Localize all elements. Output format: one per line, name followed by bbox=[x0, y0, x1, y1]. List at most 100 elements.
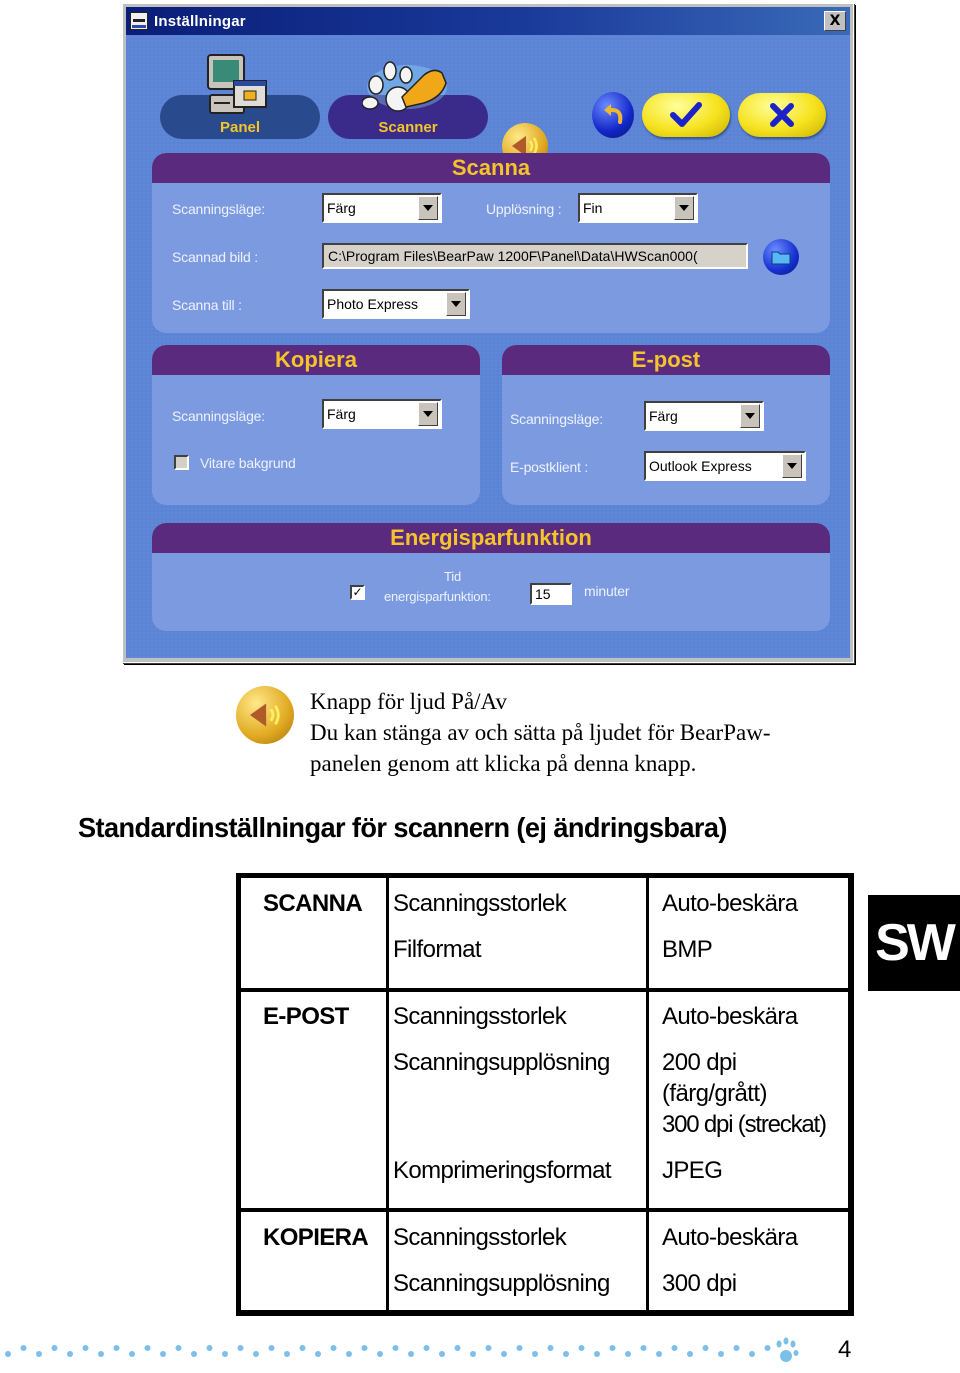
resolution-value: Fin bbox=[583, 200, 603, 216]
scanned-image-label: Scannad bild : bbox=[172, 249, 258, 265]
email-client-select[interactable]: Outlook Express bbox=[644, 451, 806, 481]
language-tab: SW bbox=[868, 895, 960, 991]
scanner-app-icon bbox=[130, 12, 148, 30]
value-cell: Auto-beskära bbox=[662, 1003, 798, 1030]
footer-dot bbox=[656, 1351, 662, 1357]
cancel-button[interactable] bbox=[738, 93, 826, 137]
footer-dot bbox=[702, 1345, 709, 1351]
scan-to-label: Scanna till : bbox=[172, 297, 242, 313]
resolution-label: Upplösning : bbox=[486, 201, 562, 217]
undo-button[interactable] bbox=[592, 92, 634, 138]
energy-minutes-input[interactable]: 15 bbox=[530, 583, 572, 605]
kopiera-scan-mode-select[interactable]: Färg bbox=[322, 399, 442, 429]
resolution-select[interactable]: Fin bbox=[578, 193, 698, 223]
footer-dot bbox=[51, 1345, 58, 1351]
kopiera-section: Kopiera Scanningsläge: Färg Vitare bakgr… bbox=[152, 345, 480, 505]
footer-dot bbox=[144, 1345, 151, 1351]
sound-button-illustration bbox=[236, 686, 294, 744]
category-cell: SCANNA bbox=[263, 890, 363, 917]
setting-cell: Komprimeringsformat bbox=[393, 1157, 612, 1184]
footer-dot bbox=[609, 1345, 616, 1351]
settings-client-area: Panel Scanner Scanna Scanningsläge: Färg… bbox=[126, 35, 850, 658]
category-cell: KOPIERA bbox=[263, 1224, 369, 1251]
browse-folder-button[interactable] bbox=[763, 239, 799, 275]
whiter-background-label: Vitare bakgrund bbox=[200, 455, 296, 471]
table-row-scanna: SCANNA Scanningsstorlek Filformat Auto-b… bbox=[241, 878, 848, 992]
footer-dot bbox=[501, 1351, 507, 1357]
setting-cell: Filformat bbox=[393, 936, 482, 963]
scanned-image-path-field[interactable]: C:\Program Files\BearPaw 1200F\Panel\Dat… bbox=[322, 243, 748, 269]
epost-section: E-post Scanningsläge: Färg E-postklient … bbox=[502, 345, 830, 505]
footer-dot bbox=[222, 1351, 228, 1357]
chevron-down-icon[interactable] bbox=[740, 404, 760, 428]
value-cell: (färg/grått) bbox=[662, 1080, 767, 1107]
sound-caption-line: panelen genom att klicka på denna knapp. bbox=[310, 751, 697, 776]
footer-dot bbox=[346, 1351, 352, 1357]
energy-section: Energisparfunktion ✓ Tid energisparfunkt… bbox=[152, 523, 830, 631]
footer-dot bbox=[330, 1345, 337, 1351]
value-cell: Auto-beskära bbox=[662, 1224, 798, 1251]
footer-dot bbox=[718, 1351, 724, 1357]
table-row-kopiera: KOPIERA Scanningsstorlek Scanningsupplös… bbox=[241, 1212, 848, 1310]
footer-dot bbox=[113, 1345, 120, 1351]
footer-dot bbox=[361, 1345, 368, 1351]
setting-cell: Scanningsupplösning bbox=[393, 1049, 610, 1076]
scan-to-select[interactable]: Photo Express bbox=[322, 289, 470, 319]
sound-button-caption: Knapp för ljud På/Av Du kan stänga av oc… bbox=[310, 686, 850, 779]
chevron-down-icon[interactable] bbox=[674, 196, 694, 220]
scan-to-value: Photo Express bbox=[327, 296, 419, 312]
footer-dot bbox=[671, 1345, 678, 1351]
footer-dot bbox=[687, 1351, 693, 1357]
footer-dot bbox=[175, 1345, 182, 1351]
close-button[interactable]: X bbox=[824, 11, 846, 31]
epost-section-title: E-post bbox=[502, 345, 830, 375]
footer-dot bbox=[640, 1345, 647, 1351]
footer-dot bbox=[594, 1351, 600, 1357]
defaults-heading: Standardinställningar för scannern (ej ä… bbox=[78, 812, 727, 843]
epost-scan-mode-label: Scanningsläge: bbox=[510, 411, 603, 427]
chevron-down-icon[interactable] bbox=[418, 402, 438, 426]
footer-dot bbox=[563, 1351, 569, 1357]
value-cell: BMP bbox=[662, 936, 713, 963]
energy-saving-checkbox[interactable]: ✓ bbox=[350, 585, 365, 600]
footer-dot bbox=[408, 1351, 414, 1357]
setting-cell: Scanningsstorlek bbox=[393, 890, 567, 917]
footer-dot bbox=[454, 1345, 461, 1351]
chevron-down-icon[interactable] bbox=[418, 196, 438, 220]
value-cell: JPEG bbox=[662, 1157, 723, 1184]
footer-dot bbox=[547, 1345, 554, 1351]
footer-dot bbox=[191, 1351, 197, 1357]
scanna-section: Scanna Scanningsläge: Färg Upplösning : … bbox=[152, 153, 830, 333]
tab-scanner-label: Scanner bbox=[378, 119, 438, 136]
energy-minutes-unit: minuter bbox=[584, 583, 630, 599]
chevron-down-icon[interactable] bbox=[782, 454, 802, 478]
value-cell: 300 dpi bbox=[662, 1270, 737, 1297]
page-number: 4 bbox=[838, 1336, 852, 1363]
energy-time-label-line2: energisparfunktion: bbox=[384, 589, 491, 604]
scanna-section-title: Scanna bbox=[152, 153, 830, 183]
setting-cell: Scanningsstorlek bbox=[393, 1003, 567, 1030]
ok-button[interactable] bbox=[642, 93, 730, 137]
footer-dot bbox=[423, 1345, 430, 1351]
footer-dot bbox=[392, 1345, 399, 1351]
footer-dot bbox=[470, 1351, 476, 1357]
footer-dot bbox=[82, 1345, 89, 1351]
category-cell: E-POST bbox=[263, 1003, 349, 1030]
footer-dot bbox=[578, 1345, 585, 1351]
energy-time-label-line1: Tid bbox=[444, 569, 461, 584]
scanna-scan-mode-select[interactable]: Färg bbox=[322, 193, 442, 223]
whiter-background-checkbox[interactable] bbox=[174, 455, 189, 470]
footer-dot bbox=[315, 1351, 321, 1357]
footer-dot bbox=[485, 1345, 492, 1351]
chevron-down-icon[interactable] bbox=[446, 292, 466, 316]
footer-dot bbox=[749, 1351, 755, 1357]
footer-dot bbox=[733, 1345, 740, 1351]
setting-cell: Scanningsupplösning bbox=[393, 1270, 610, 1297]
kopiera-scan-mode-label: Scanningsläge: bbox=[172, 408, 265, 424]
epost-scan-mode-select[interactable]: Färg bbox=[644, 401, 764, 431]
scanna-scan-mode-value: Färg bbox=[327, 200, 356, 216]
footer-dot bbox=[20, 1345, 27, 1351]
footer-dot bbox=[516, 1345, 523, 1351]
scanna-scan-mode-label: Scanningsläge: bbox=[172, 201, 265, 217]
sound-caption-title: Knapp för ljud På/Av bbox=[310, 689, 507, 714]
